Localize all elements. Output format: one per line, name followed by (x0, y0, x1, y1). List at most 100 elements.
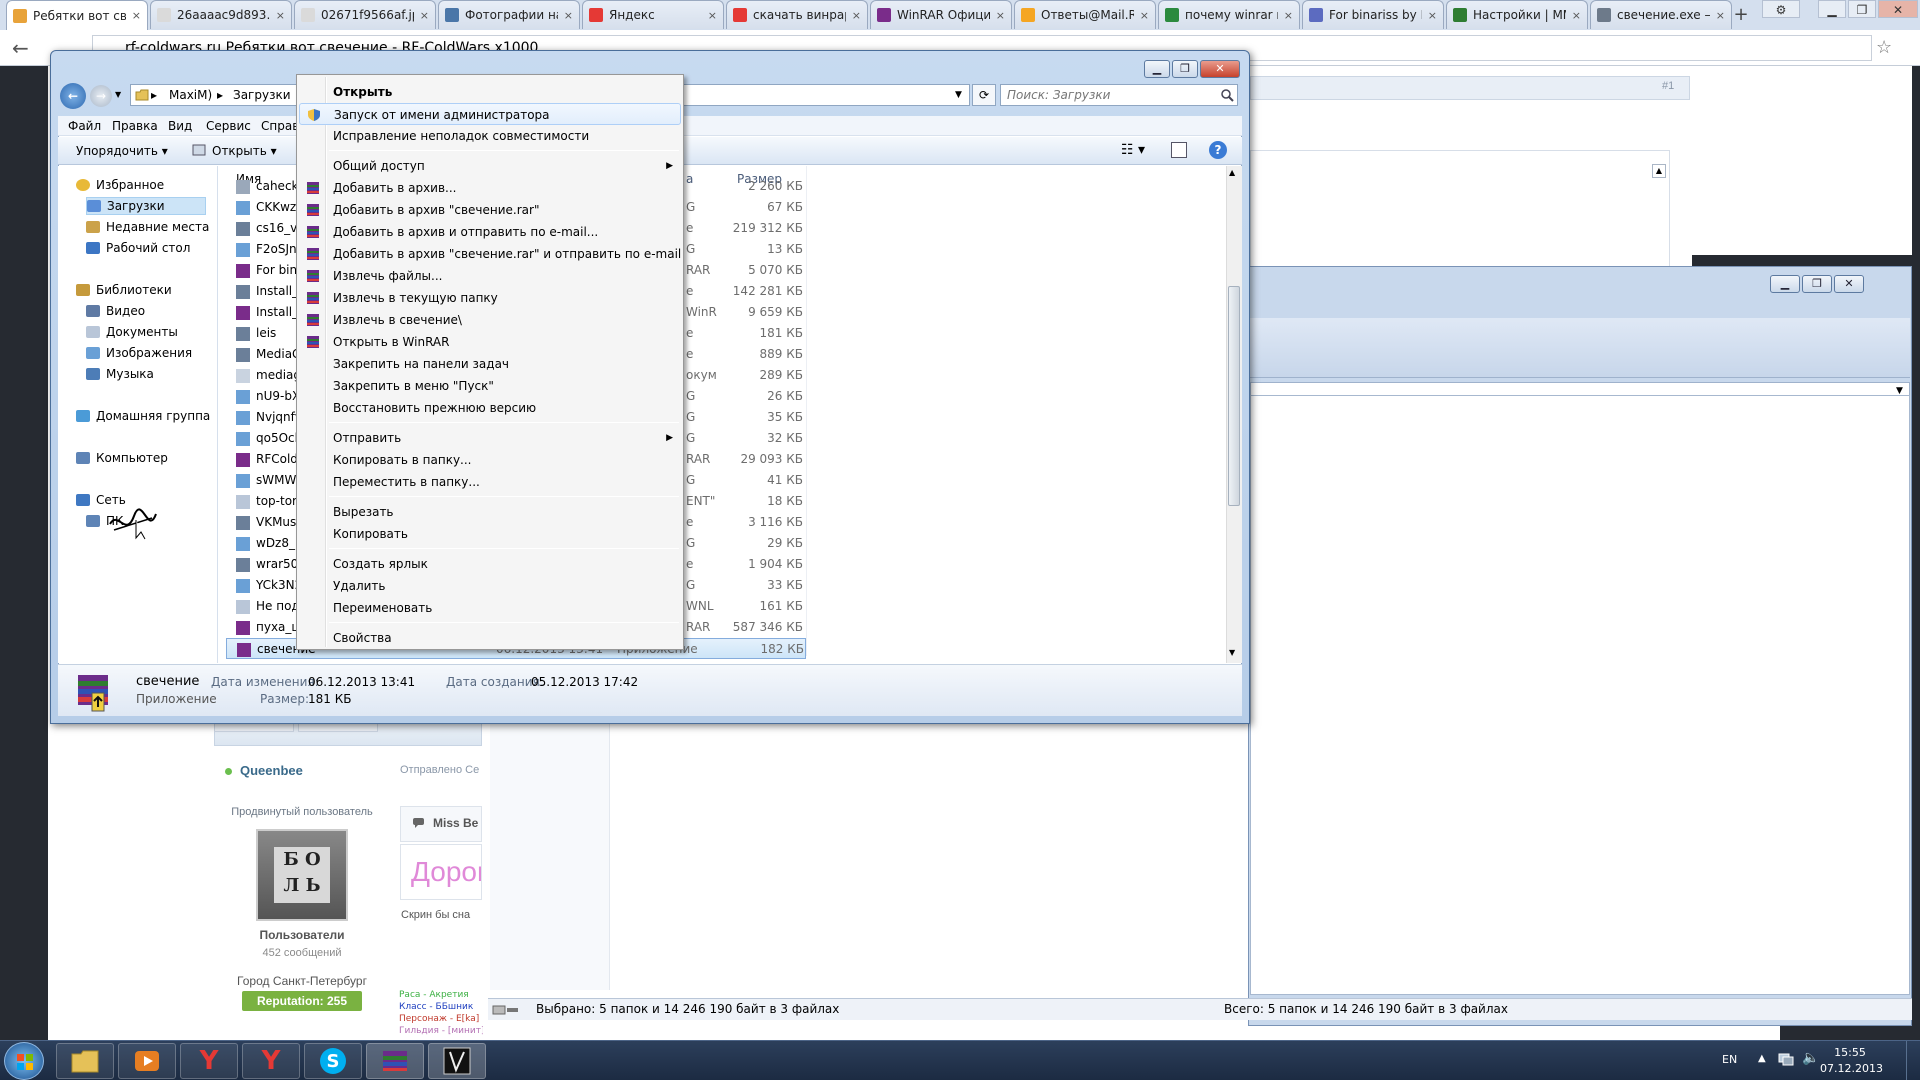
view-options-icon[interactable]: ☷ ▾ (1121, 142, 1145, 158)
organize-button[interactable]: Упорядочить ▾ (76, 144, 168, 158)
tab-close-icon[interactable]: × (132, 9, 141, 22)
preview-pane-icon[interactable] (1171, 142, 1187, 158)
recent-pages-arrow-icon[interactable]: ▼ (115, 90, 121, 99)
network-tray-icon[interactable] (1778, 1052, 1794, 1066)
tab-close-icon[interactable]: × (1716, 9, 1725, 22)
tab-close-icon[interactable]: × (276, 9, 285, 22)
help-icon[interactable]: ? (1209, 141, 1227, 159)
menu-0[interactable]: Файл (68, 119, 101, 133)
nav-item[interactable]: Сеть (76, 491, 126, 509)
browser-tab[interactable]: 02671f9566af.jpg × (294, 0, 436, 29)
win2-maximize-button[interactable]: ❐ (1802, 275, 1832, 293)
scrollbar-thumb[interactable] (1228, 286, 1240, 506)
context-menu-item[interactable]: Добавить в архив и отправить по e-mail..… (299, 221, 681, 243)
browser-tab[interactable]: Ребятки вот свеч × (6, 0, 148, 30)
start-button[interactable] (4, 1042, 44, 1080)
avatar[interactable]: Б О Л Ь (256, 829, 348, 921)
context-menu-item[interactable]: Запуск от имени администратора (299, 103, 681, 125)
context-menu-item[interactable]: Вырезать (299, 501, 681, 523)
browser-tab[interactable]: почему winrar в × (1158, 0, 1300, 29)
nav-item[interactable]: Библиотеки (76, 281, 172, 299)
menu-2[interactable]: Вид (168, 119, 192, 133)
browser-tab[interactable]: Фотографии на × (438, 0, 580, 29)
yandex-taskbar-icon[interactable]: Y (242, 1043, 300, 1079)
context-menu-item[interactable]: Исправление неполадок совместимости (299, 125, 681, 147)
explorer-maximize-button[interactable]: ❐ (1172, 60, 1198, 78)
file-list-scrollbar[interactable]: ▲ ▼ (1226, 166, 1242, 663)
game-taskbar-icon[interactable] (428, 1043, 486, 1079)
tab-close-icon[interactable]: × (420, 9, 429, 22)
context-menu-item[interactable]: Извлечь файлы... (299, 265, 681, 287)
address-dropdown-icon[interactable]: ▼ (955, 85, 962, 105)
yandex-browser-taskbar-icon[interactable]: Y (180, 1043, 238, 1079)
open-button[interactable]: Открыть ▾ (212, 144, 277, 158)
nav-item[interactable]: Рабочий стол (86, 239, 190, 257)
profile-button[interactable]: ⚙ (1762, 0, 1800, 18)
tab-close-icon[interactable]: × (1572, 9, 1581, 22)
nav-item[interactable]: Загрузки (86, 197, 206, 215)
nav-item[interactable]: Избранное (76, 176, 164, 194)
new-tab-button[interactable]: + (1728, 4, 1754, 26)
browser-tab[interactable]: 26aaaac9d893.jpg × (150, 0, 292, 29)
context-menu-item[interactable]: Извлечь в текущую папку (299, 287, 681, 309)
context-menu-item[interactable]: Добавить в архив... (299, 177, 681, 199)
context-menu-item[interactable]: Создать ярлык (299, 553, 681, 575)
drive-key-icon[interactable] (492, 1003, 520, 1017)
explorer-minimize-button[interactable]: ▁ (1144, 60, 1170, 78)
scroll-down-icon[interactable]: ▼ (1229, 648, 1235, 657)
explorer-taskbar-icon[interactable] (56, 1043, 114, 1079)
minimize-button[interactable]: ▁ (1818, 0, 1846, 18)
context-menu-item[interactable]: Общий доступ ▶ (299, 155, 681, 177)
post-username[interactable]: Queenbee (240, 763, 303, 778)
tab-close-icon[interactable]: × (1428, 9, 1437, 22)
system-clock[interactable]: 15:55 07.12.2013 (1820, 1045, 1883, 1077)
tray-expand-icon[interactable]: ▲ (1758, 1053, 1766, 1064)
tab-close-icon[interactable]: × (564, 9, 573, 22)
nav-item[interactable]: Видео (86, 302, 145, 320)
volume-tray-icon[interactable]: 🔈 (1802, 1050, 1819, 1066)
explorer-search-input[interactable]: Поиск: Загрузки (1000, 84, 1238, 106)
show-desktop-button[interactable] (1906, 1041, 1920, 1080)
maximize-button[interactable]: ❐ (1848, 0, 1876, 18)
context-menu-item[interactable]: Добавить в архив "свечение.rar" и отправ… (299, 243, 681, 265)
tab-close-icon[interactable]: × (708, 9, 717, 22)
browser-tab[interactable]: For binariss by F × (1302, 0, 1444, 29)
browser-tab[interactable]: Яндекс × (582, 0, 724, 29)
browser-tab[interactable]: скачать винрар × (726, 0, 868, 29)
tab-close-icon[interactable]: × (996, 9, 1005, 22)
browser-tab[interactable]: Настройки | MM × (1446, 0, 1588, 29)
context-menu-item[interactable]: Отправить ▶ (299, 427, 681, 449)
breadcrumb-root[interactable]: MaxiM) (169, 85, 212, 105)
menu-3[interactable]: Сервис (206, 119, 251, 133)
nav-item[interactable]: Документы (86, 323, 178, 341)
win2-minimize-button[interactable]: ▁ (1770, 275, 1800, 293)
win2-close-button[interactable]: ✕ (1834, 275, 1864, 293)
context-menu-item[interactable]: Свойства (299, 627, 681, 649)
post-number[interactable]: #1 (1662, 80, 1674, 92)
nav-item[interactable]: Музыка (86, 365, 154, 383)
context-menu-item[interactable]: Закрепить в меню "Пуск" (299, 375, 681, 397)
browser-tab[interactable]: свечение.exe — × (1590, 0, 1732, 29)
context-menu-item[interactable]: Восстановить прежнюю версию (299, 397, 681, 419)
input-language[interactable]: EN (1722, 1053, 1737, 1066)
context-menu-item[interactable]: Извлечь в свечение\ (299, 309, 681, 331)
context-menu-item[interactable]: Удалить (299, 575, 681, 597)
refresh-icon[interactable]: ⟳ (972, 84, 996, 106)
explorer-forward-icon[interactable]: → (90, 85, 112, 107)
context-menu-item[interactable]: Копировать в папку... (299, 449, 681, 471)
back-arrow-icon[interactable]: ← (12, 36, 36, 60)
context-menu-item[interactable]: Открыть в WinRAR (299, 331, 681, 353)
breadcrumb-current[interactable]: Загрузки (233, 85, 291, 105)
nav-item[interactable]: Компьютер (76, 449, 168, 467)
nav-item[interactable]: Домашняя группа (76, 407, 210, 425)
context-menu-item[interactable]: Копировать (299, 523, 681, 545)
explorer-close-button[interactable]: ✕ (1200, 60, 1240, 78)
context-menu-item[interactable]: Открыть (299, 81, 681, 103)
scroll-up-icon[interactable]: ▲ (1229, 168, 1235, 177)
menu-1[interactable]: Правка (112, 119, 158, 133)
tab-close-icon[interactable]: × (1284, 9, 1293, 22)
context-menu-item[interactable]: Переместить в папку... (299, 471, 681, 493)
winrar-taskbar-icon[interactable] (366, 1043, 424, 1079)
nav-item[interactable]: Изображения (86, 344, 192, 362)
tab-close-icon[interactable]: × (852, 9, 861, 22)
